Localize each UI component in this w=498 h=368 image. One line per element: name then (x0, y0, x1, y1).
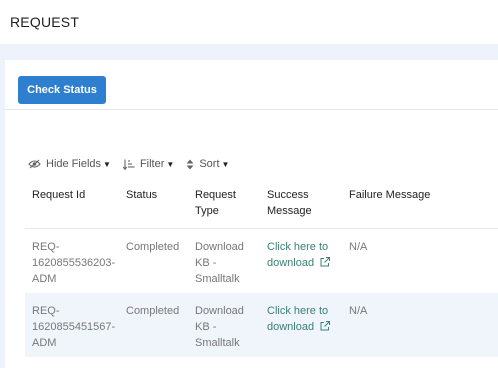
column-header-status[interactable]: Status (126, 181, 195, 228)
success-message-cell: Click here to download (267, 293, 349, 357)
request-panel: Check Status Hide Fields ▼ Filter ▼ Sort… (5, 60, 498, 368)
table-row: REQ- 1620855536203- ADM Completed Downlo… (25, 229, 498, 293)
column-header-request-type[interactable]: Request Type (195, 181, 267, 228)
hide-fields-button[interactable]: Hide Fields ▼ (28, 158, 111, 170)
eye-slash-icon (28, 159, 41, 169)
caret-down-icon: ▼ (221, 159, 230, 169)
request-id-cell: REQ- 1620855536203- ADM (32, 241, 116, 285)
download-link[interactable]: Click here to download (267, 303, 349, 336)
sort-button[interactable]: Sort ▼ (186, 158, 229, 170)
status-cell: Completed (126, 241, 180, 253)
download-link[interactable]: Click here to download (267, 239, 349, 272)
filter-label: Filter (139, 158, 165, 170)
request-type-cell: Download KB - Smalltalk (195, 305, 244, 349)
filter-button[interactable]: Filter ▼ (122, 158, 175, 170)
sort-label: Sort (199, 158, 220, 170)
table-header-row: Request Id Status Request Type Success M… (25, 181, 498, 229)
column-header-failure-message[interactable]: Failure Message (349, 181, 498, 228)
caret-down-icon: ▼ (103, 159, 111, 169)
column-header-success-message[interactable]: Success Message (267, 181, 349, 228)
sort-arrows-icon (186, 159, 194, 170)
requests-table: Request Id Status Request Type Success M… (25, 181, 498, 357)
table-toolbar: Hide Fields ▼ Filter ▼ Sort ▼ (28, 156, 241, 172)
success-message-cell: Click here to download (267, 229, 349, 293)
sort-amount-icon (122, 159, 135, 170)
request-id-cell: REQ- 1620855451567- ADM (32, 305, 116, 349)
request-type-cell: Download KB - Smalltalk (195, 241, 244, 285)
page-header: REQUEST (0, 0, 498, 44)
status-cell: Completed (126, 305, 180, 317)
column-header-request-id[interactable]: Request Id (25, 181, 126, 228)
failure-message-cell: N/A (349, 241, 368, 253)
divider (5, 109, 498, 110)
external-link-icon (320, 320, 331, 336)
caret-down-icon: ▼ (166, 159, 175, 169)
hide-fields-label: Hide Fields (46, 158, 102, 170)
table-row: REQ- 1620855451567- ADM Completed Downlo… (25, 293, 498, 357)
external-link-icon (320, 256, 331, 272)
page-title: REQUEST (10, 14, 80, 30)
failure-message-cell: N/A (349, 305, 368, 317)
check-status-button[interactable]: Check Status (18, 76, 106, 104)
